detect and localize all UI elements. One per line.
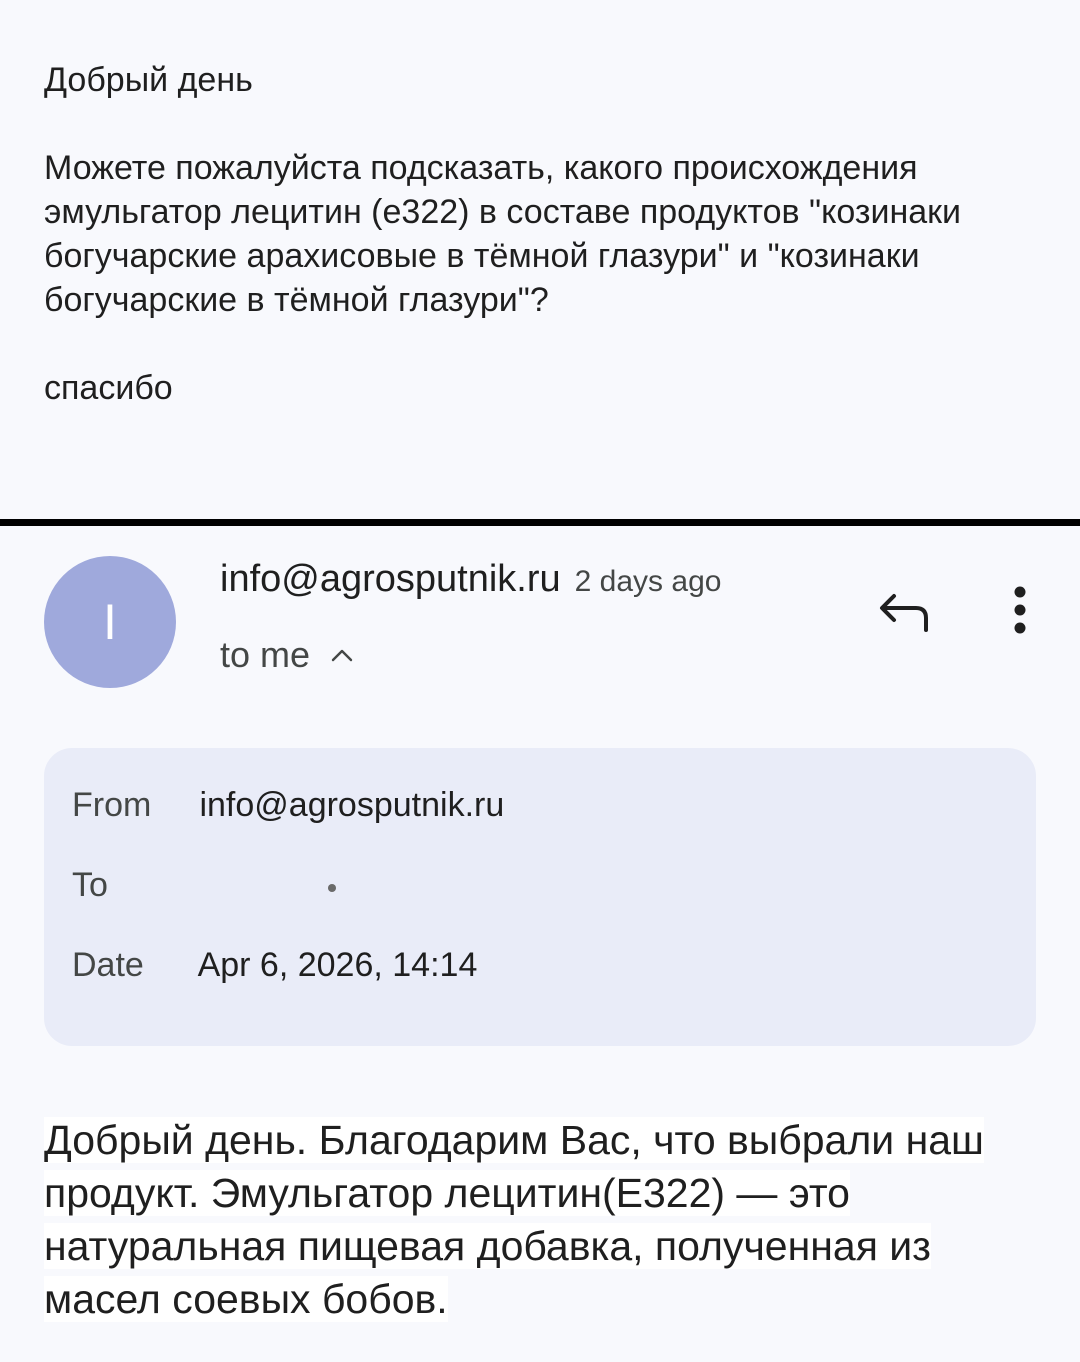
email-screen: Добрый день Можете пожалуйста подсказать… [0, 0, 1080, 1362]
reply-body: Добрый день. Благодарим Вас, что выбрали… [44, 1114, 1034, 1326]
more-vert-icon [1014, 586, 1026, 634]
quoted-thanks: спасибо [44, 369, 173, 407]
divider [0, 519, 1080, 526]
recipient-toggle[interactable]: to me [220, 634, 354, 676]
to-separator-dot [328, 884, 336, 892]
sender-name[interactable]: info@agrosputnik.ru [220, 558, 561, 600]
detail-from-row: From info@agrosputnik.ru [72, 786, 504, 825]
quoted-greeting: Добрый день [44, 61, 253, 99]
chevron-up-icon [331, 649, 353, 662]
reply-icon [880, 594, 928, 632]
avatar-letter: I [103, 594, 117, 650]
detail-date-row: Date Apr 6, 2026, 14:14 [72, 946, 477, 985]
more-options-button[interactable] [994, 580, 1046, 640]
reply-button[interactable] [872, 580, 936, 640]
to-label: To [72, 866, 108, 904]
date-value: Apr 6, 2026, 14:14 [197, 946, 478, 984]
detail-to-row: To [72, 866, 190, 905]
date-label: Date [72, 946, 144, 984]
from-label: From [72, 786, 152, 824]
recipient-label: to me [220, 634, 311, 675]
from-value[interactable]: info@agrosputnik.ru [199, 786, 504, 824]
quoted-question: Можете пожалуйста подсказать, какого про… [44, 149, 962, 319]
message-time: 2 days ago [574, 565, 722, 598]
avatar[interactable]: I [44, 556, 176, 688]
reply-text: Добрый день. Благодарим Вас, что выбрали… [44, 1117, 984, 1322]
quoted-message: Добрый день Можете пожалуйста подсказать… [44, 58, 1044, 410]
sender-line: info@agrosputnik.ru 2 days ago [220, 558, 721, 601]
message-details-card: From info@agrosputnik.ru To Date Apr 6, … [44, 748, 1036, 1046]
